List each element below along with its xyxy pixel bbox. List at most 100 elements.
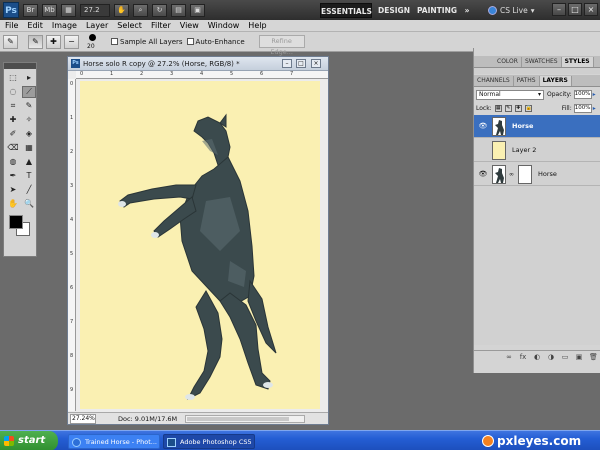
menu-view[interactable]: View — [180, 21, 199, 30]
layer-row-layer-2[interactable]: Layer 2 — [474, 139, 600, 162]
history-brush-tool-icon[interactable]: ◈ — [22, 128, 36, 140]
brush-size-picker[interactable]: 20 — [85, 33, 101, 51]
lasso-tool-icon[interactable]: ◌ — [6, 86, 20, 98]
move-tool-icon[interactable]: ▸ — [22, 72, 36, 84]
zoom-tool-icon[interactable]: 🔍 — [22, 198, 36, 210]
menu-file[interactable]: File — [5, 21, 18, 30]
opacity-field[interactable]: 100% — [573, 90, 592, 99]
workspace-design-button[interactable]: DESIGN — [378, 3, 410, 18]
eyedropper-tool-icon[interactable]: ✎ — [22, 100, 36, 112]
menu-layer[interactable]: Layer — [86, 21, 108, 30]
auto-enhance-checkbox[interactable]: Auto-Enhance — [186, 38, 245, 46]
document-size-info[interactable]: Doc: 9.01M/17.6M — [118, 415, 177, 423]
clone-stamp-tool-icon[interactable]: ✐ — [6, 128, 20, 140]
workspace-essentials-button[interactable]: ESSENTIALS — [320, 3, 372, 18]
add-mask-icon[interactable]: ◐ — [533, 353, 541, 361]
taskbar-item-browser[interactable]: Trained Horse - Phot... — [68, 434, 160, 449]
fill-field[interactable]: 100% — [573, 103, 592, 113]
sample-all-layers-checkbox[interactable]: Sample All Layers — [111, 38, 183, 46]
cs-live-button[interactable]: CS Live ▾ — [488, 3, 534, 18]
type-tool-icon[interactable]: T — [22, 170, 36, 182]
zoom-level-field[interactable]: 27.2 — [80, 3, 110, 17]
link-layers-icon[interactable]: ∞ — [505, 353, 513, 361]
marquee-tool-icon[interactable]: ⬚ — [6, 72, 20, 84]
arrange-documents-button[interactable]: ▤ — [171, 3, 186, 17]
brush-tool-icon[interactable]: ✧ — [22, 114, 36, 126]
trash-icon[interactable]: 🗑 — [589, 353, 598, 361]
scrollbar-thumb[interactable] — [187, 416, 290, 421]
gradient-tool-icon[interactable]: ▦ — [22, 142, 36, 154]
menu-window[interactable]: Window — [208, 21, 240, 30]
hand-tool-icon[interactable]: ✋ — [6, 198, 20, 210]
zoom-tool-button[interactable]: ⌕ — [133, 3, 148, 17]
start-button[interactable]: start — [0, 431, 58, 450]
menu-filter[interactable]: Filter — [151, 21, 171, 30]
lock-position-icon[interactable]: ✚ — [514, 104, 522, 112]
fill-arrow-icon[interactable]: ▸ — [593, 105, 596, 112]
blur-tool-icon[interactable]: ◍ — [6, 156, 20, 168]
tab-styles[interactable]: STYLES — [561, 57, 594, 67]
mini-bridge-button[interactable]: Mb — [42, 3, 57, 17]
layer-row-horse-bottom[interactable]: 👁 ∞ Horse — [474, 163, 600, 186]
close-button[interactable]: × — [584, 3, 598, 16]
new-selection-icon[interactable]: ✎ — [28, 34, 43, 49]
new-group-icon[interactable]: ▭ — [561, 353, 569, 361]
pen-tool-icon[interactable]: ✒ — [6, 170, 20, 182]
blend-mode-select[interactable]: Normal ▾ — [476, 89, 544, 100]
horizontal-ruler[interactable]: 0 1 2 3 4 5 6 7 — [76, 71, 328, 79]
subtract-from-selection-icon[interactable]: − — [64, 34, 79, 49]
doc-close-button[interactable]: × — [311, 59, 321, 68]
quick-selection-tool-icon[interactable]: ⟋ — [22, 86, 36, 98]
eye-icon[interactable]: 👁 — [477, 120, 489, 132]
refine-edge-button[interactable]: Refine Edge... — [258, 35, 305, 56]
screen-mode-button[interactable]: ▣ — [190, 3, 205, 17]
menu-select[interactable]: Select — [117, 21, 142, 30]
line-tool-icon[interactable]: ╱ — [22, 184, 36, 196]
more-workspaces-button[interactable]: » — [460, 3, 474, 18]
doc-maximize-button[interactable]: □ — [296, 59, 306, 68]
layer-thumbnail — [492, 116, 506, 136]
lock-all-icon[interactable]: 🔒 — [524, 104, 532, 112]
menu-image[interactable]: Image — [52, 21, 77, 30]
layer-row-horse-top[interactable]: 👁 Horse — [474, 115, 600, 138]
layer-style-icon[interactable]: fx — [519, 353, 527, 361]
vertical-ruler[interactable]: 0 1 2 3 4 5 6 7 8 9 — [68, 79, 76, 411]
crop-tool-icon[interactable]: ⌗ — [6, 100, 20, 112]
healing-brush-tool-icon[interactable]: ✚ — [6, 114, 20, 126]
tab-paths[interactable]: PATHS — [514, 76, 540, 86]
horizontal-scrollbar[interactable] — [185, 414, 306, 423]
toolbox: ⬚ ▸ ◌ ⟋ ⌗ ✎ ✚ ✧ ✐ ◈ ⌫ ▦ ◍ ▲ ✒ T ➤ ╱ ✋ 🔍 — [3, 62, 37, 257]
add-to-selection-icon[interactable]: ✚ — [46, 34, 61, 49]
rotate-view-button[interactable]: ↻ — [152, 3, 167, 17]
path-selection-tool-icon[interactable]: ➤ — [6, 184, 20, 196]
zoom-percentage-field[interactable]: 27.24% — [70, 413, 96, 424]
tab-layers[interactable]: LAYERS — [539, 76, 572, 86]
view-extras-button[interactable]: ▦ — [61, 3, 76, 17]
doc-minimize-button[interactable]: – — [282, 59, 292, 68]
document-title-bar[interactable]: Ps Horse solo R copy @ 27.2% (Horse, RGB… — [68, 57, 328, 71]
menu-edit[interactable]: Edit — [27, 21, 43, 30]
lock-transparent-icon[interactable]: ▦ — [494, 104, 502, 112]
new-layer-icon[interactable]: ▣ — [575, 353, 583, 361]
maximize-button[interactable]: □ — [568, 3, 582, 16]
taskbar-item-photoshop[interactable]: Adobe Photoshop CS5 — [163, 434, 255, 449]
tab-channels[interactable]: CHANNELS — [474, 76, 514, 86]
document-canvas[interactable] — [80, 81, 320, 409]
adjustment-layer-icon[interactable]: ◑ — [547, 353, 555, 361]
bridge-button[interactable]: Br — [23, 3, 38, 17]
layer-mask-thumbnail[interactable] — [518, 164, 532, 184]
eye-icon[interactable] — [477, 144, 489, 156]
tab-swatches[interactable]: SWATCHES — [522, 57, 562, 67]
workspace-painting-button[interactable]: PAINTING — [416, 3, 458, 18]
hand-tool-button[interactable]: ✋ — [114, 3, 129, 17]
opacity-arrow-icon[interactable]: ▸ — [593, 91, 596, 98]
menu-help[interactable]: Help — [248, 21, 266, 30]
foreground-color-swatch[interactable] — [9, 215, 23, 229]
tool-preset-picker[interactable]: ✎ — [3, 34, 18, 49]
minimize-button[interactable]: – — [552, 3, 566, 16]
eraser-tool-icon[interactable]: ⌫ — [6, 142, 20, 154]
tab-color[interactable]: COLOR — [494, 57, 522, 67]
dodge-tool-icon[interactable]: ▲ — [22, 156, 36, 168]
eye-icon[interactable]: 👁 — [477, 168, 489, 180]
lock-image-icon[interactable]: ✎ — [504, 104, 512, 112]
